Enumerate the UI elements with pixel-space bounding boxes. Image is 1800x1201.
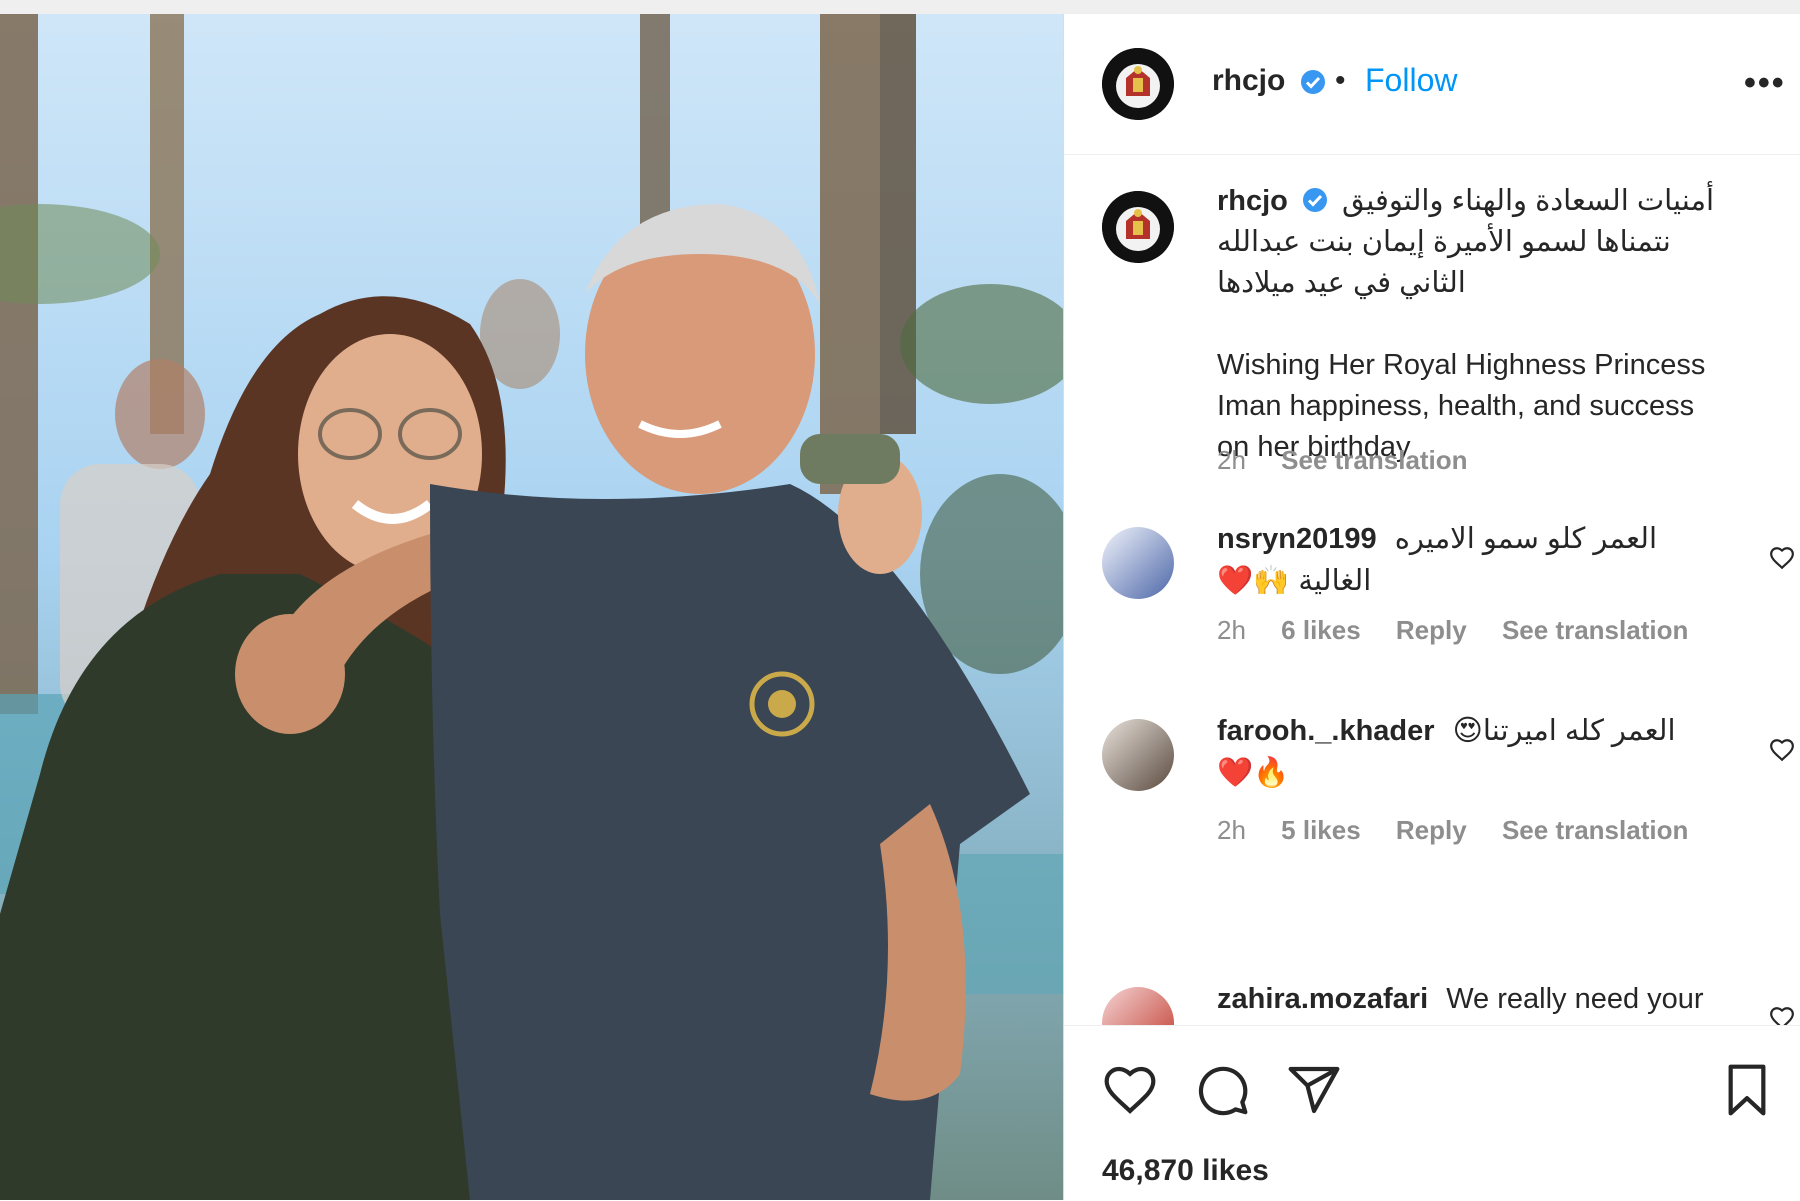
comment-reply-button[interactable]: Reply — [1396, 615, 1467, 645]
caption-time: 2h — [1217, 445, 1246, 475]
post-side-panel: rhcjo • Follow ••• rhcjo أمنيات السعادة … — [1063, 14, 1800, 1201]
comment-reply-button[interactable]: Reply — [1396, 815, 1467, 845]
comment-username[interactable]: farooh._.khader — [1217, 715, 1435, 747]
comment-see-translation-button[interactable]: See translation — [1502, 615, 1688, 645]
comment-like-heart-icon[interactable] — [1769, 1005, 1795, 1025]
separator-dot: • — [1335, 64, 1346, 97]
caption-arabic-line-3: الثاني في عيد ميلادها — [1217, 267, 1466, 299]
comment-likes-count[interactable]: 5 likes — [1281, 815, 1361, 845]
more-options-icon[interactable]: ••• — [1744, 64, 1786, 103]
caption-arabic-line-1: أمنيات السعادة والهناء والتوفيق — [1342, 185, 1715, 217]
comment-like-heart-icon[interactable] — [1769, 737, 1795, 763]
post-photo[interactable] — [0, 14, 1063, 1200]
comment-text-line-1: العمر كله اميرتنا😍 — [1452, 715, 1676, 747]
comment-meta: 2h 5 likes Reply See translation — [1217, 815, 1716, 846]
comment-username[interactable]: zahira.mozafari — [1217, 983, 1428, 1015]
comment-username[interactable]: nsryn20199 — [1217, 523, 1377, 555]
comment-see-translation-button[interactable]: See translation — [1502, 815, 1688, 845]
caption-text: rhcjo أمنيات السعادة والهناء والتوفيق نت… — [1217, 181, 1777, 468]
comment-text-line-1: العمر كلو سمو الاميره — [1394, 523, 1658, 555]
caption-arabic-line-2: نتمناها لسمو الأميرة إيمان بنت عبدالله — [1217, 226, 1671, 258]
caption-username[interactable]: rhcjo — [1217, 185, 1288, 217]
caption-see-translation-button[interactable]: See translation — [1281, 445, 1467, 475]
photo-illustration — [0, 14, 1063, 1200]
comments-scroll-area[interactable]: rhcjo أمنيات السعادة والهناء والتوفيق نت… — [1064, 155, 1800, 1025]
bookmark-icon[interactable] — [1719, 1062, 1775, 1118]
comment-text: nsryn20199 العمر كلو سمو الاميره الغالية… — [1217, 519, 1737, 601]
post-username[interactable]: rhcjo — [1212, 64, 1285, 98]
profile-avatar[interactable] — [1102, 48, 1174, 120]
comment-avatar[interactable] — [1102, 719, 1174, 791]
verified-badge-icon — [1301, 70, 1325, 94]
coat-of-arms-icon — [1102, 191, 1174, 263]
comment-text-line-1: We really need your — [1446, 983, 1704, 1015]
comment-text-line-2: الغالية 🙌❤️ — [1217, 563, 1372, 597]
post-likes-count[interactable]: 46,870 likes — [1102, 1154, 1269, 1188]
comment-text-line-2: ❤️🔥 — [1217, 755, 1290, 789]
heart-icon[interactable] — [1102, 1062, 1158, 1118]
coat-of-arms-icon — [1102, 48, 1174, 120]
comment-time: 2h — [1217, 615, 1246, 645]
browser-top-edge — [0, 0, 1800, 14]
comment-icon[interactable] — [1194, 1062, 1250, 1118]
comment-likes-count[interactable]: 6 likes — [1281, 615, 1361, 645]
caption-meta: 2h See translation — [1217, 445, 1496, 476]
caption-english-line-1: Wishing Her Royal Highness Princess — [1217, 349, 1706, 381]
comment-time: 2h — [1217, 815, 1246, 845]
comment-text: zahira.mozafari We really need your — [1217, 979, 1737, 1020]
share-icon[interactable] — [1286, 1062, 1342, 1118]
post-actions-bar: 46,870 likes — [1064, 1025, 1800, 1201]
caption-english-line-2: Iman happiness, health, and success — [1217, 390, 1695, 422]
caption-avatar[interactable] — [1102, 191, 1174, 263]
verified-badge-icon — [1302, 188, 1327, 212]
post-header: rhcjo • Follow ••• — [1064, 14, 1800, 155]
comment-meta: 2h 6 likes Reply See translation — [1217, 615, 1716, 646]
comment-text: farooh._.khader العمر كله اميرتنا😍 ❤️🔥 — [1217, 711, 1737, 793]
comment-avatar[interactable] — [1102, 527, 1174, 599]
follow-button[interactable]: Follow — [1365, 62, 1457, 99]
comment-avatar[interactable] — [1102, 987, 1174, 1025]
comment-like-heart-icon[interactable] — [1769, 545, 1795, 571]
